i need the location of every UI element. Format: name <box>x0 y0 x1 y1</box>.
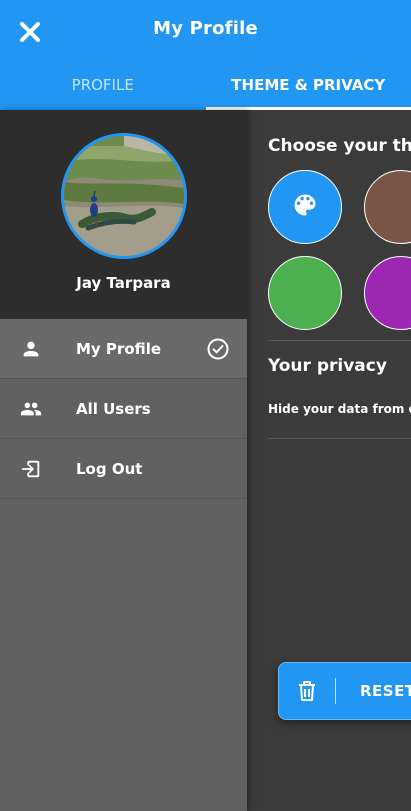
logout-icon <box>18 456 44 482</box>
check-circle-icon <box>205 336 231 362</box>
theme-swatch-purple[interactable] <box>364 256 411 330</box>
app-bar: My Profile PROFILE THEME & PRIVACY <box>0 0 411 110</box>
people-icon <box>18 396 44 422</box>
tab-profile[interactable]: PROFILE <box>0 60 206 110</box>
divider <box>268 438 411 439</box>
divider <box>268 340 411 341</box>
theme-swatch-brown[interactable] <box>364 170 411 244</box>
privacy-section-title: Your privacy <box>268 356 387 376</box>
drawer-item-all-users[interactable]: All Users <box>0 379 247 439</box>
button-separator <box>335 678 336 704</box>
privacy-description[interactable]: Hide your data from others <box>268 402 411 416</box>
trash-icon <box>279 679 335 703</box>
theme-section-title: Choose your theme <box>268 136 411 156</box>
drawer-item-label: Log Out <box>76 459 143 478</box>
drawer-item-log-out[interactable]: Log Out <box>0 439 247 499</box>
palette-icon <box>291 191 319 223</box>
theme-swatch-green[interactable] <box>268 256 342 330</box>
avatar[interactable] <box>61 133 187 259</box>
tab-bar: PROFILE THEME & PRIVACY <box>0 60 411 110</box>
page-title: My Profile <box>153 18 258 39</box>
drawer-item-label: My Profile <box>76 339 162 358</box>
drawer-item-my-profile[interactable]: My Profile <box>0 319 247 379</box>
drawer-header: Jay Tarpara <box>0 110 247 319</box>
user-name: Jay Tarpara <box>76 274 171 292</box>
navigation-drawer: Jay Tarpara My Profile All Users Log Out <box>0 110 247 811</box>
drawer-item-label: All Users <box>76 399 151 418</box>
theme-swatch-blue[interactable] <box>268 170 342 244</box>
reset-button-label: RESET <box>360 682 411 700</box>
reset-button[interactable]: RESET <box>278 662 411 720</box>
person-icon <box>18 336 44 362</box>
tab-theme-privacy[interactable]: THEME & PRIVACY <box>205 60 411 110</box>
